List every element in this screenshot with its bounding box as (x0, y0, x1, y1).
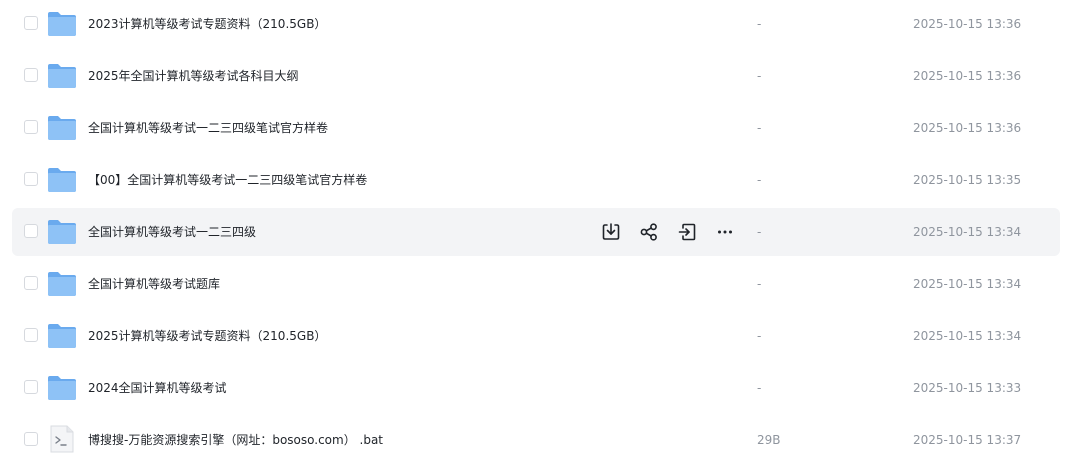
file-name[interactable]: 全国计算机等级考试一二三四级 (88, 208, 256, 256)
file-row[interactable]: 2025年全国计算机等级考试各科目大纲 - 2025-10-15 13:36 (12, 52, 1060, 100)
file-size: - (757, 381, 762, 395)
file-date: 2025-10-15 13:34 (913, 277, 1022, 291)
share-icon[interactable] (638, 221, 660, 243)
file-list: 2023计算机等级考试专题资料（210.5GB） - 2025-10-15 13… (0, 0, 1080, 474)
file-date: 2025-10-15 13:37 (913, 433, 1022, 447)
file-size: - (757, 225, 762, 239)
file-name[interactable]: 2025计算机等级考试专题资料（210.5GB） (88, 312, 326, 360)
row-checkbox[interactable] (24, 328, 38, 342)
move-icon[interactable] (676, 221, 698, 243)
file-row[interactable]: 全国计算机等级考试一二三四级笔试官方样卷 - 2025-10-15 13:36 (12, 104, 1060, 152)
file-date: 2025-10-15 13:36 (913, 69, 1022, 83)
file-row[interactable]: 【00】全国计算机等级考试一二三四级笔试官方样卷 - 2025-10-15 13… (12, 156, 1060, 204)
folder-icon (48, 168, 76, 192)
file-size: - (757, 277, 762, 291)
file-row[interactable]: 2024全国计算机等级考试 - 2025-10-15 13:33 (12, 364, 1060, 412)
file-name[interactable]: 2023计算机等级考试专题资料（210.5GB） (88, 0, 326, 48)
download-icon[interactable] (600, 221, 622, 243)
file-row[interactable]: 博搜搜-万能资源搜索引擎（网址：bososo.com） .bat 29B 202… (12, 416, 1060, 464)
folder-icon (48, 64, 76, 88)
file-row[interactable]: 2025计算机等级考试专题资料（210.5GB） - 2025-10-15 13… (12, 312, 1060, 360)
row-checkbox[interactable] (24, 68, 38, 82)
file-size: - (757, 69, 762, 83)
file-row-hovered[interactable]: 全国计算机等级考试一二三四级 - 2025-10-15 13:34 (12, 208, 1060, 256)
folder-icon (48, 12, 76, 36)
file-date: 2025-10-15 13:35 (913, 173, 1022, 187)
file-row[interactable]: 2023计算机等级考试专题资料（210.5GB） - 2025-10-15 13… (12, 0, 1060, 48)
file-size: - (757, 121, 762, 135)
file-date: 2025-10-15 13:34 (913, 225, 1022, 239)
file-date: 2025-10-15 13:33 (913, 381, 1022, 395)
file-size: - (757, 173, 762, 187)
file-name[interactable]: 2024全国计算机等级考试 (88, 364, 227, 412)
file-size: 29B (757, 433, 781, 447)
file-name[interactable]: 博搜搜-万能资源搜索引擎（网址：bososo.com） .bat (88, 416, 383, 464)
folder-icon (48, 116, 76, 140)
row-checkbox[interactable] (24, 172, 38, 186)
folder-icon (48, 220, 76, 244)
folder-icon (48, 376, 76, 400)
file-name[interactable]: 全国计算机等级考试一二三四级笔试官方样卷 (88, 104, 328, 152)
file-name[interactable]: 2025年全国计算机等级考试各科目大纲 (88, 52, 299, 100)
file-name[interactable]: 【00】全国计算机等级考试一二三四级笔试官方样卷 (88, 156, 367, 204)
folder-icon (48, 272, 76, 296)
file-name[interactable]: 全国计算机等级考试题库 (88, 260, 220, 308)
row-checkbox[interactable] (24, 432, 38, 446)
row-checkbox[interactable] (24, 16, 38, 30)
file-date: 2025-10-15 13:36 (913, 17, 1022, 31)
folder-icon (48, 324, 76, 348)
file-size: - (757, 329, 762, 343)
row-checkbox[interactable] (24, 120, 38, 134)
row-checkbox[interactable] (24, 276, 38, 290)
file-row[interactable]: 全国计算机等级考试题库 - 2025-10-15 13:34 (12, 260, 1060, 308)
file-size: - (757, 17, 762, 31)
more-icon[interactable] (714, 221, 736, 243)
file-date: 2025-10-15 13:34 (913, 329, 1022, 343)
row-checkbox[interactable] (24, 224, 38, 238)
row-checkbox[interactable] (24, 380, 38, 394)
bat-file-icon (50, 425, 74, 453)
row-actions (600, 221, 736, 243)
file-date: 2025-10-15 13:36 (913, 121, 1022, 135)
